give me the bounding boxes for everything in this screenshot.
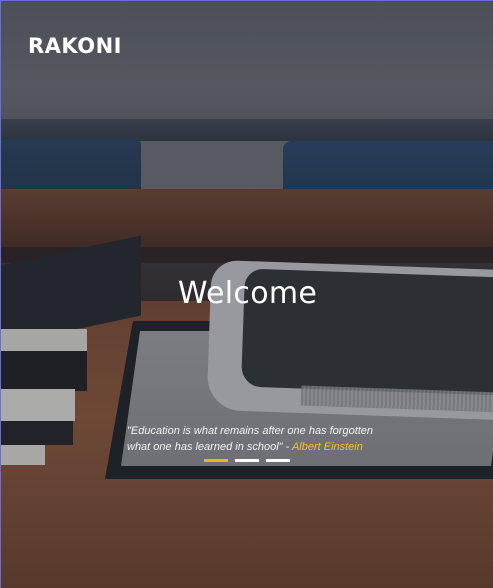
hero-headline: Welcome <box>177 276 318 311</box>
brand-logo[interactable]: RAKONI <box>28 34 122 58</box>
quote-author: Albert Einstein <box>291 441 363 453</box>
slider-dot-2[interactable] <box>235 459 259 462</box>
hero-quote: "Education is what remains after one has… <box>127 423 377 455</box>
slider-dot-3[interactable] <box>266 459 290 462</box>
slider-indicators <box>204 459 290 462</box>
landing-page: RAKONI Welcome "Education is what remain… <box>0 0 493 588</box>
slider-dot-1[interactable] <box>204 459 228 462</box>
